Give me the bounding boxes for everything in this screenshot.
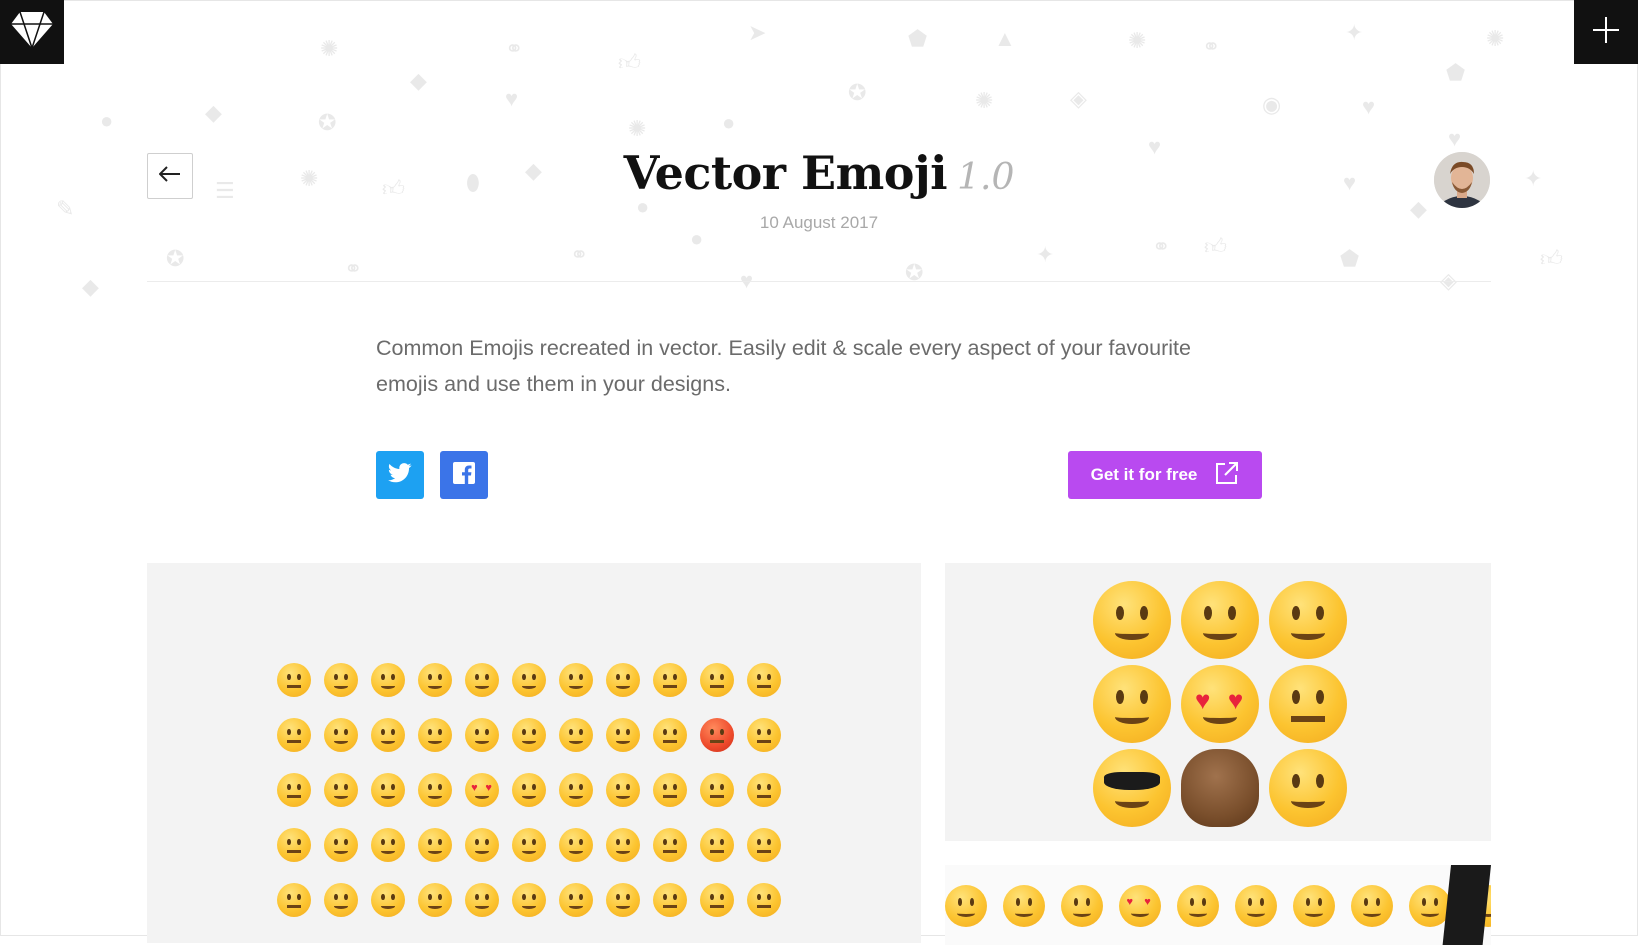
- emoji-grinning: [1093, 581, 1171, 659]
- emoji-neutral: [277, 663, 311, 697]
- emoji-heart-eyes: ♥ ♥: [465, 773, 499, 807]
- emoji-smile: [559, 883, 593, 917]
- device-edge: [1442, 865, 1491, 945]
- emoji-smile: [1235, 885, 1277, 927]
- emoji-heart-eyes: ♥ ♥: [1119, 885, 1161, 927]
- emoji-beaming: [465, 883, 499, 917]
- emoji-beaming: [512, 883, 546, 917]
- header-divider: [147, 281, 1491, 282]
- title-block: Vector Emoji 1.0: [0, 146, 1638, 200]
- emoji-neutral: [747, 773, 781, 807]
- large-emoji-grid: ♥ ♥: [1093, 581, 1357, 827]
- facebook-icon: [453, 461, 475, 489]
- emoji-neutral: [747, 828, 781, 862]
- emoji-neutral: [653, 663, 687, 697]
- emoji-neutral: [653, 883, 687, 917]
- emoji-neutral: [653, 773, 687, 807]
- emoji-sweat-smile: [1269, 749, 1347, 827]
- author-avatar[interactable]: [1434, 152, 1490, 208]
- emoji-neutral: [747, 718, 781, 752]
- emoji-beaming: [465, 828, 499, 862]
- emoji-beaming: [371, 663, 405, 697]
- version-label: 1.0: [957, 157, 1015, 198]
- emoji-smile: [1293, 885, 1335, 927]
- emoji-grinning: [324, 828, 358, 862]
- emoji-beaming: [465, 718, 499, 752]
- emoji-laughing: [418, 828, 452, 862]
- emoji-neutral: [700, 663, 734, 697]
- emoji-neutral: [747, 663, 781, 697]
- facebook-share-button[interactable]: [440, 451, 488, 499]
- emoji-smile: [1061, 885, 1103, 927]
- emoji-grinning: [324, 663, 358, 697]
- emoji-grid: ♥ ♥: [277, 663, 794, 917]
- preview-image-emoji-grid[interactable]: ♥ ♥: [147, 563, 921, 943]
- emoji-beaming: [371, 828, 405, 862]
- plus-icon: [1593, 16, 1619, 48]
- add-button[interactable]: [1574, 0, 1638, 64]
- emoji-grinning: [324, 773, 358, 807]
- emoji-grinning: [324, 718, 358, 752]
- description-text: Common Emojis recreated in vector. Easil…: [376, 336, 1191, 396]
- emoji-smile: [559, 773, 593, 807]
- emoji-laughing: [418, 883, 452, 917]
- page-title: Vector Emoji: [623, 146, 948, 200]
- emoji-smile: [559, 718, 593, 752]
- emoji-angry: [700, 718, 734, 752]
- emoji-neutral: [277, 828, 311, 862]
- emoji-grinning: [324, 883, 358, 917]
- emoji-smile: [559, 828, 593, 862]
- sketch-logo-button[interactable]: [0, 0, 64, 64]
- emoji-sunglasses: [1093, 749, 1171, 827]
- emoji-smile: [606, 773, 640, 807]
- get-it-for-free-button[interactable]: Get it for free: [1068, 451, 1262, 499]
- emoji-heart-eyes: ♥ ♥: [1181, 665, 1259, 743]
- emoji-smile: [1003, 885, 1045, 927]
- emoji-neutral: [700, 828, 734, 862]
- emoji-beaming: [371, 883, 405, 917]
- emoji-laughing: [1181, 581, 1259, 659]
- emoji-smile: [606, 883, 640, 917]
- emoji-neutral: [277, 883, 311, 917]
- emoji-beaming: [512, 828, 546, 862]
- publish-date: 10 August 2017: [759, 213, 879, 232]
- preview-image-large-emojis[interactable]: ♥ ♥: [945, 563, 1491, 841]
- emoji-beaming: [465, 663, 499, 697]
- emoji-smile: [1351, 885, 1393, 927]
- emoji-smile: [1177, 885, 1219, 927]
- emoji-beaming: [512, 663, 546, 697]
- emoji-neutral: [653, 718, 687, 752]
- emoji-laughing: [418, 663, 452, 697]
- emoji-laughing: [418, 773, 452, 807]
- emoji-laughing: [418, 718, 452, 752]
- sketch-diamond-icon: [10, 10, 54, 55]
- emoji-kissing-heart: [1093, 665, 1171, 743]
- emoji-flushed: [1269, 665, 1347, 743]
- emoji-neutral: [700, 883, 734, 917]
- external-link-icon: [1215, 461, 1239, 490]
- emoji-neutral: [277, 773, 311, 807]
- emoji-beaming: [512, 773, 546, 807]
- emoji-smile: [606, 663, 640, 697]
- emoji-smile: [945, 885, 987, 927]
- emoji-neutral: [277, 718, 311, 752]
- emoji-strip: ♥ ♥: [945, 885, 1491, 927]
- emoji-smile: [559, 663, 593, 697]
- emoji-beaming: [1269, 581, 1347, 659]
- emoji-smile: [606, 718, 640, 752]
- emoji-poop: [1181, 749, 1259, 827]
- emoji-beaming: [371, 718, 405, 752]
- emoji-neutral: [747, 883, 781, 917]
- emoji-beaming: [371, 773, 405, 807]
- emoji-smile: [606, 828, 640, 862]
- emoji-beaming: [512, 718, 546, 752]
- twitter-icon: [387, 462, 412, 488]
- twitter-share-button[interactable]: [376, 451, 424, 499]
- cta-label: Get it for free: [1090, 465, 1198, 484]
- emoji-neutral: [653, 828, 687, 862]
- preview-image-emoji-perspective[interactable]: ♥ ♥: [945, 865, 1491, 945]
- emoji-neutral: [700, 773, 734, 807]
